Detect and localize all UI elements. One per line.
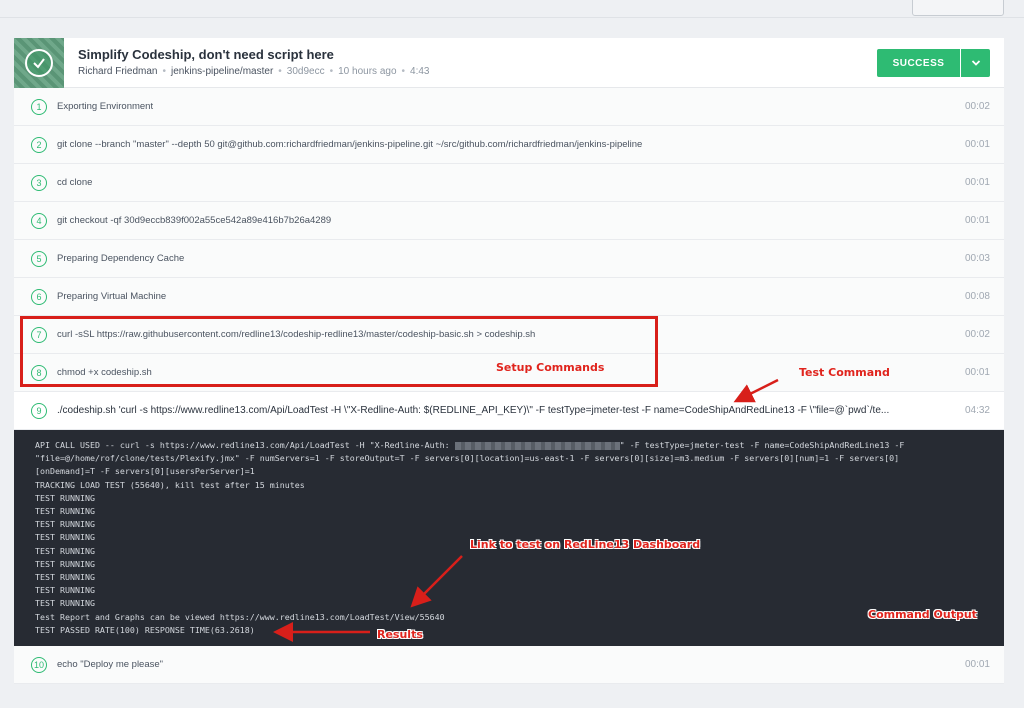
step-command: chmod +x codeship.sh	[57, 367, 152, 378]
step-duration: 00:01	[964, 215, 990, 226]
step-number: 9	[31, 402, 47, 419]
build-header: Simplify Codeship, don't need script her…	[14, 38, 1004, 88]
step-row-expanded[interactable]: 9 ./codeship.sh 'curl -s https://www.red…	[14, 392, 1004, 430]
branch[interactable]: jenkins-pipeline/master	[171, 66, 273, 77]
step-number: 3	[31, 174, 47, 191]
step-row[interactable]: 4 git checkout -qf 30d9eccb839f002a55ce5…	[14, 202, 1004, 240]
step-number: 7	[31, 326, 47, 343]
output-line: API CALL USED -- curl -s https://www.red…	[35, 440, 905, 450]
top-bar	[0, 0, 1024, 18]
check-icon	[25, 49, 53, 77]
step-command: echo "Deploy me please"	[57, 659, 164, 670]
step-duration: 00:01	[964, 659, 990, 670]
step-number: 1	[31, 98, 47, 115]
step-command: git clone --branch "master" --depth 50 g…	[57, 139, 643, 150]
step-command: git checkout -qf 30d9eccb839f002a55ce542…	[57, 215, 332, 226]
step-row[interactable]: 2 git clone --branch "master" --depth 50…	[14, 126, 1004, 164]
annotation-test-command: Test Command	[799, 366, 890, 379]
step-duration: 00:01	[964, 367, 990, 378]
output-line: [onDemand]=T -F servers[0][usersPerServe…	[35, 466, 255, 477]
step-number: 2	[31, 136, 47, 153]
time-ago: 10 hours ago	[338, 66, 397, 77]
annotation-results: Results	[377, 628, 423, 641]
output-line: TEST RUNNING	[35, 572, 95, 583]
step-row[interactable]: 6 Preparing Virtual Machine 00:08	[14, 278, 1004, 316]
step-row[interactable]: 7 curl -sSL https://raw.githubuserconten…	[14, 316, 1004, 354]
annotation-setup-commands: Setup Commands	[496, 361, 605, 374]
output-line: "file=@/home/rof/clone/tests/Plexify.jmx…	[35, 453, 900, 464]
step-command: curl -sSL https://raw.githubusercontent.…	[57, 329, 536, 340]
step-duration: 04:32	[964, 405, 990, 416]
step-number: 6	[31, 288, 47, 305]
step-row[interactable]: 3 cd clone 00:01	[14, 164, 1004, 202]
step-command: Exporting Environment	[57, 101, 154, 112]
step-number: 4	[31, 212, 47, 229]
step-command: cd clone	[57, 177, 93, 188]
step-number: 5	[31, 250, 47, 267]
avatar	[14, 38, 64, 88]
step-duration: 00:01	[964, 139, 990, 150]
step-number: 10	[31, 656, 47, 673]
step-row[interactable]: 1 Exporting Environment 00:02	[14, 88, 1004, 126]
step-number: 8	[31, 364, 47, 381]
commit-sha[interactable]: 30d9ecc	[287, 66, 325, 77]
output-line: TEST RUNNING	[35, 585, 95, 596]
output-line: Test Report and Graphs can be viewed htt…	[35, 611, 445, 622]
status-button[interactable]: SUCCESS	[877, 49, 960, 77]
step-duration: 00:08	[964, 291, 990, 302]
annotation-command-output: Command Output	[868, 608, 977, 621]
output-line: TEST RUNNING	[35, 598, 95, 609]
author[interactable]: Richard Friedman	[78, 66, 157, 77]
step-row[interactable]: 5 Preparing Dependency Cache 00:03	[14, 240, 1004, 278]
step-command: Preparing Virtual Machine	[57, 291, 167, 302]
commit-message[interactable]: Simplify Codeship, don't need script her…	[78, 47, 334, 62]
output-line: TEST RUNNING	[35, 558, 95, 569]
step-row[interactable]: 10 echo "Deploy me please" 00:01	[14, 646, 1004, 684]
chevron-down-icon	[971, 60, 980, 66]
output-line: TEST PASSED RATE(100) RESPONSE TIME(63.2…	[35, 624, 255, 635]
output-line: TRACKING LOAD TEST (55640), kill test af…	[35, 479, 305, 490]
step-duration: 00:03	[964, 253, 990, 264]
step-duration: 00:01	[964, 177, 990, 188]
step-command: ./codeship.sh 'curl -s https://www.redli…	[57, 405, 890, 416]
step-duration: 00:02	[964, 101, 990, 112]
build-meta: Richard Friedman • jenkins-pipeline/master…	[78, 66, 430, 77]
status-dropdown-toggle[interactable]	[961, 49, 990, 77]
output-line: TEST RUNNING	[35, 506, 95, 517]
duration: 4:43	[410, 66, 430, 77]
annotation-link: Link to test on RedLine13 Dashboard	[470, 538, 701, 551]
redacted-key	[454, 441, 620, 450]
output-line: TEST RUNNING	[35, 519, 95, 530]
step-command: Preparing Dependency Cache	[57, 253, 185, 264]
step-duration: 00:02	[964, 329, 990, 340]
top-right-button[interactable]	[912, 0, 1004, 16]
output-line: TEST RUNNING	[35, 492, 95, 503]
